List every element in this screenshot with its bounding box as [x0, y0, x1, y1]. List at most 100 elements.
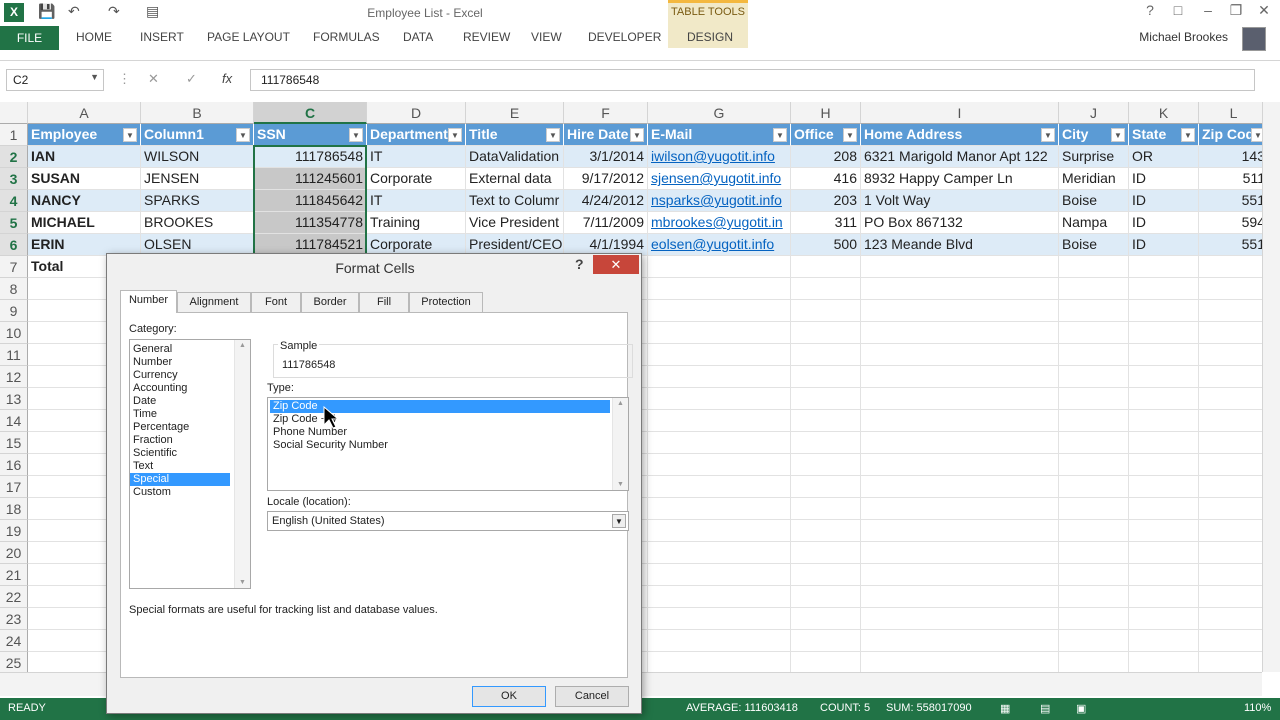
row-header-22[interactable]: 22: [0, 586, 28, 608]
table-cell[interactable]: mbrookes@yugotit.in: [648, 212, 791, 234]
empty-cell[interactable]: [791, 520, 861, 542]
empty-cell[interactable]: [1129, 652, 1199, 672]
empty-cell[interactable]: [648, 410, 791, 432]
category-item[interactable]: Date: [130, 395, 230, 408]
table-cell[interactable]: IT: [367, 146, 466, 168]
table-cell[interactable]: Surprise: [1059, 146, 1129, 168]
filter-dropdown-icon[interactable]: ▼: [1111, 128, 1125, 142]
empty-cell[interactable]: [791, 630, 861, 652]
table-header-cell[interactable]: SSN ▼: [254, 124, 367, 146]
empty-cell[interactable]: [861, 278, 1059, 300]
empty-cell[interactable]: [791, 564, 861, 586]
empty-cell[interactable]: [1059, 454, 1129, 476]
table-cell[interactable]: 9/17/2012: [564, 168, 648, 190]
empty-cell[interactable]: [1059, 388, 1129, 410]
empty-cell[interactable]: [1129, 432, 1199, 454]
table-cell[interactable]: Boise: [1059, 234, 1129, 256]
empty-cell[interactable]: [1199, 454, 1262, 476]
page-layout-view-icon[interactable]: ▤: [1040, 702, 1050, 715]
tab-fill[interactable]: Fill: [359, 292, 409, 312]
chevron-down-icon[interactable]: ▼: [612, 514, 626, 528]
empty-cell[interactable]: [1129, 520, 1199, 542]
empty-cell[interactable]: [861, 608, 1059, 630]
column-header-f[interactable]: F: [564, 102, 648, 124]
table-cell[interactable]: 1 Volt Way: [861, 190, 1059, 212]
column-header-j[interactable]: J: [1059, 102, 1129, 124]
tab-protection[interactable]: Protection: [409, 292, 483, 312]
total-row-cell[interactable]: [1059, 256, 1129, 278]
type-item[interactable]: Zip Code: [270, 400, 610, 413]
column-header-i[interactable]: I: [861, 102, 1059, 124]
category-item[interactable]: Custom: [130, 486, 230, 499]
tab-alignment[interactable]: Alignment: [177, 292, 251, 312]
empty-cell[interactable]: [791, 476, 861, 498]
filter-dropdown-icon[interactable]: ▼: [236, 128, 250, 142]
empty-cell[interactable]: [648, 344, 791, 366]
empty-cell[interactable]: [648, 366, 791, 388]
table-cell[interactable]: sjensen@yugotit.info: [648, 168, 791, 190]
empty-cell[interactable]: [1129, 366, 1199, 388]
cancel-icon[interactable]: ✕: [148, 71, 159, 87]
empty-cell[interactable]: [791, 608, 861, 630]
table-cell[interactable]: ID: [1129, 190, 1199, 212]
table-header-cell[interactable]: E-Mail ▼: [648, 124, 791, 146]
row-header-1[interactable]: 1: [0, 124, 28, 146]
table-cell[interactable]: SPARKS: [141, 190, 254, 212]
close-window-icon[interactable]: ✕: [1252, 2, 1276, 19]
empty-cell[interactable]: [1129, 564, 1199, 586]
empty-cell[interactable]: [861, 498, 1059, 520]
row-header-25[interactable]: 25: [0, 652, 28, 672]
select-all-corner[interactable]: [0, 102, 28, 124]
filter-dropdown-icon[interactable]: ▼: [123, 128, 137, 142]
table-cell[interactable]: External data: [466, 168, 564, 190]
empty-cell[interactable]: [648, 586, 791, 608]
empty-cell[interactable]: [791, 542, 861, 564]
empty-cell[interactable]: [1129, 344, 1199, 366]
close-icon[interactable]: ✕: [593, 255, 639, 274]
table-cell[interactable]: JENSEN: [141, 168, 254, 190]
empty-cell[interactable]: [1129, 410, 1199, 432]
table-cell[interactable]: 500: [791, 234, 861, 256]
column-header-b[interactable]: B: [141, 102, 254, 124]
filter-dropdown-icon[interactable]: ▼: [1041, 128, 1055, 142]
table-cell[interactable]: Meridian: [1059, 168, 1129, 190]
empty-cell[interactable]: [648, 476, 791, 498]
table-cell[interactable]: MICHAEL: [28, 212, 141, 234]
table-cell[interactable]: 551: [1199, 234, 1262, 256]
tab-file[interactable]: FILE: [0, 26, 59, 50]
row-header-8[interactable]: 8: [0, 278, 28, 300]
filter-dropdown-icon[interactable]: ▼: [546, 128, 560, 142]
empty-cell[interactable]: [648, 454, 791, 476]
filter-dropdown-icon[interactable]: ▼: [349, 128, 363, 142]
total-row-cell[interactable]: [1199, 256, 1262, 278]
minimize-icon[interactable]: –: [1196, 2, 1220, 18]
empty-cell[interactable]: [1059, 410, 1129, 432]
empty-cell[interactable]: [1059, 542, 1129, 564]
filter-dropdown-icon[interactable]: ▼: [773, 128, 787, 142]
category-item[interactable]: Time: [130, 408, 230, 421]
table-header-cell[interactable]: Title ▼: [466, 124, 564, 146]
empty-cell[interactable]: [1199, 630, 1262, 652]
empty-cell[interactable]: [791, 278, 861, 300]
empty-cell[interactable]: [861, 432, 1059, 454]
normal-view-icon[interactable]: ▦: [1000, 702, 1010, 715]
empty-cell[interactable]: [648, 564, 791, 586]
total-row-cell[interactable]: [648, 256, 791, 278]
table-cell[interactable]: 8932 Happy Camper Ln: [861, 168, 1059, 190]
table-cell[interactable]: Nampa: [1059, 212, 1129, 234]
table-cell[interactable]: Text to Columr: [466, 190, 564, 212]
empty-cell[interactable]: [861, 564, 1059, 586]
empty-cell[interactable]: [1199, 322, 1262, 344]
tab-insert[interactable]: INSERT: [140, 30, 184, 44]
table-cell[interactable]: 511: [1199, 168, 1262, 190]
chevron-down-icon[interactable]: ▼: [90, 72, 99, 82]
row-header-2[interactable]: 2: [0, 146, 28, 168]
empty-cell[interactable]: [648, 542, 791, 564]
empty-cell[interactable]: [1199, 608, 1262, 630]
row-header-5[interactable]: 5: [0, 212, 28, 234]
row-header-14[interactable]: 14: [0, 410, 28, 432]
category-item[interactable]: Fraction: [130, 434, 230, 447]
empty-cell[interactable]: [648, 300, 791, 322]
empty-cell[interactable]: [1059, 564, 1129, 586]
insert-function-icon[interactable]: fx: [222, 71, 232, 86]
